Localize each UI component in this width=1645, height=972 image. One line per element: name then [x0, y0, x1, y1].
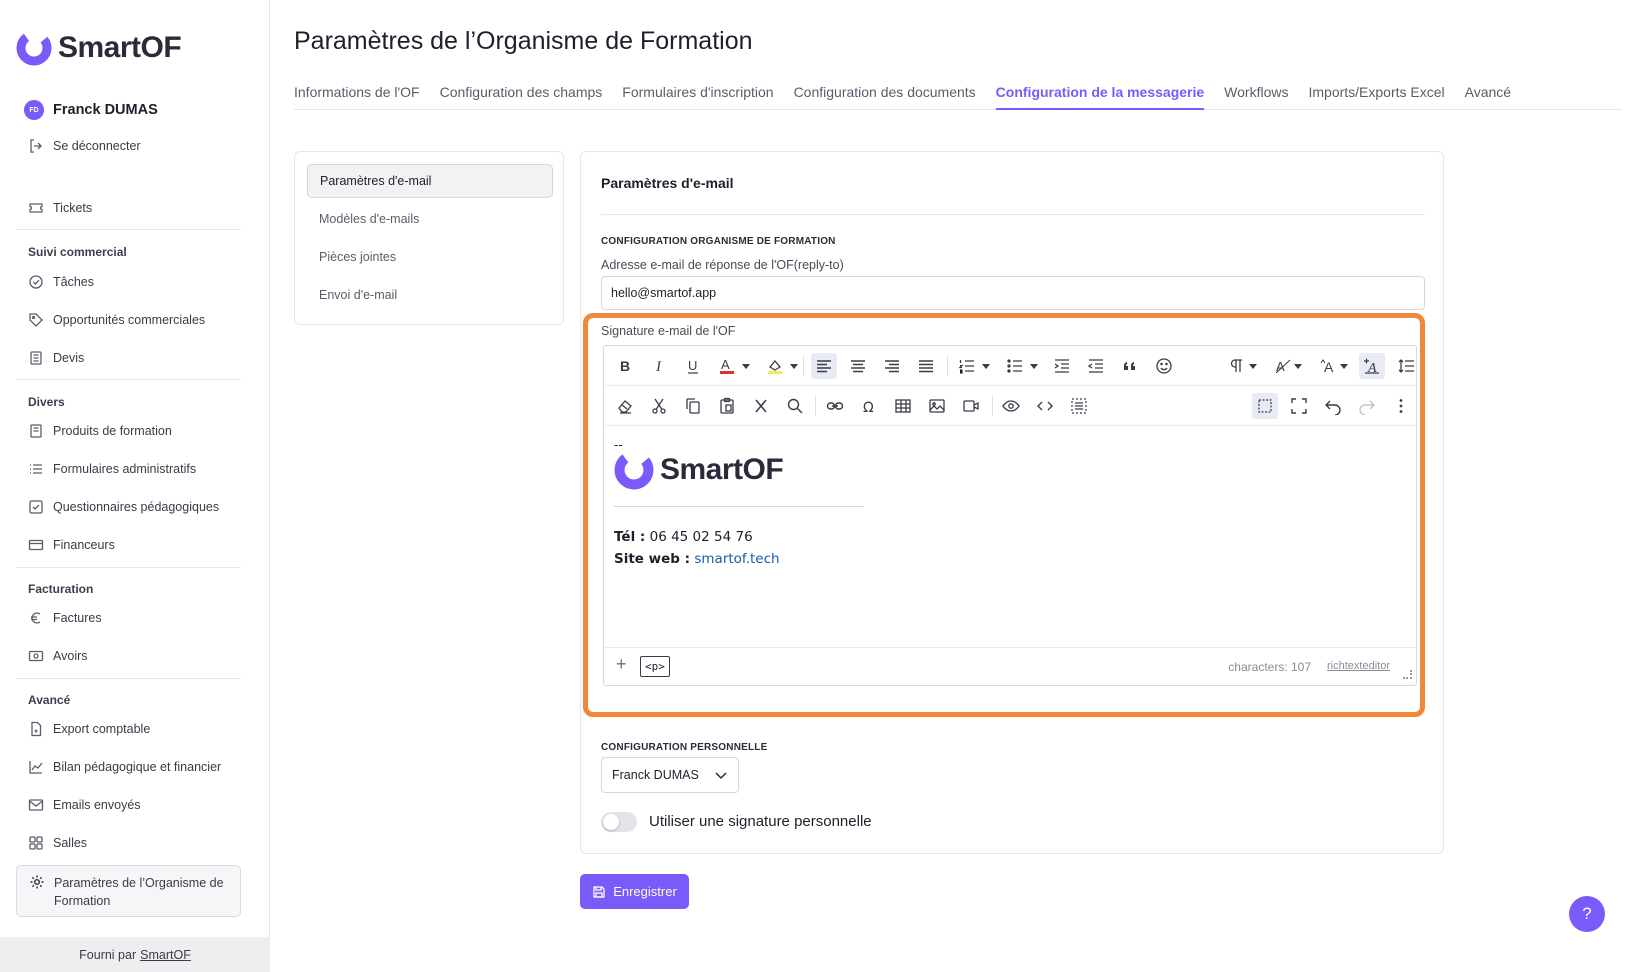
smartof-logo[interactable]: SmartOF: [16, 30, 182, 66]
tab-messagerie[interactable]: Configuration de la messagerie: [995, 84, 1205, 110]
save-label: Enregistrer: [613, 884, 677, 899]
personal-user-value: Franck DUMAS: [612, 768, 699, 782]
avatar: FD: [24, 100, 44, 120]
user-name: Franck DUMAS: [53, 102, 158, 118]
sidebar-item-taches[interactable]: Tâches: [28, 272, 94, 292]
footer-link[interactable]: SmartOF: [140, 948, 191, 962]
sidebar: SmartOF FD Franck DUMAS Se déconnecter T…: [0, 0, 270, 972]
section-suivi-commercial: Suivi commercial: [28, 245, 127, 259]
subnav-parametres-email[interactable]: Paramètres d'e-mail: [307, 164, 553, 198]
reply-to-value: hello@smartof.app: [611, 286, 717, 300]
logout-icon: [30, 139, 42, 153]
subnav-envoi-email[interactable]: Envoi d'e-mail: [307, 278, 553, 312]
list-icon: [30, 464, 42, 474]
tab-formulaires[interactable]: Formulaires d'inscription: [622, 84, 773, 110]
document-icon: [30, 351, 42, 365]
sidebar-item-formulaires[interactable]: Formulaires administratifs: [28, 459, 196, 479]
smartof-logo-icon: [16, 30, 52, 66]
tab-documents[interactable]: Configuration des documents: [794, 84, 976, 110]
divider: [16, 567, 241, 568]
personal-signature-label: Utiliser une signature personnelle: [649, 813, 872, 830]
logout-link[interactable]: Se déconnecter: [28, 136, 141, 156]
divider: [16, 229, 241, 230]
tab-champs[interactable]: Configuration des champs: [440, 84, 603, 110]
check-circle-icon: [29, 275, 43, 289]
save-button[interactable]: Enregistrer: [580, 874, 689, 909]
sidebar-item-emails[interactable]: Emails envoyés: [28, 795, 141, 815]
sidebar-item-parametres[interactable]: Paramètres de l’Organisme de Formation: [16, 865, 241, 917]
page-title: Paramètres de l’Organisme de Formation: [294, 27, 753, 55]
section-avance: Avancé: [28, 693, 71, 707]
help-button[interactable]: ?: [1569, 896, 1605, 932]
personal-user-select[interactable]: Franck DUMAS: [601, 757, 739, 793]
chevron-down-icon: [715, 772, 727, 780]
tab-avance[interactable]: Avancé: [1465, 84, 1511, 110]
sidebar-item-avoirs[interactable]: Avoirs: [28, 646, 88, 666]
sidebar-item-parametres-content: Paramètres de l’Organisme de Formation: [29, 874, 229, 910]
sidebar-item-opportunites[interactable]: Opportunités commerciales: [28, 310, 205, 330]
tab-imports-exports[interactable]: Imports/Exports Excel: [1308, 84, 1444, 110]
sidebar-item-financeurs[interactable]: Financeurs: [28, 535, 115, 555]
gear-icon: [30, 875, 44, 889]
grid-icon: [29, 836, 43, 850]
subnav-modeles-emails[interactable]: Modèles d'e-mails: [307, 202, 553, 236]
reply-to-input[interactable]: hello@smartof.app: [601, 276, 1425, 310]
mail-icon: [28, 799, 44, 811]
tab-informations[interactable]: Informations de l'OF: [294, 84, 420, 110]
sidebar-item-questionnaires[interactable]: Questionnaires pédagogiques: [28, 497, 219, 517]
card-title: Paramètres d'e-mail: [601, 175, 734, 191]
checkbox-icon: [29, 500, 43, 514]
file-export-icon: [31, 721, 42, 737]
personal-config-section-title: CONFIGURATION PERSONNELLE: [601, 742, 768, 753]
save-icon: [593, 885, 605, 898]
section-facturation: Facturation: [28, 582, 94, 596]
reply-to-label: Adresse e-mail de réponse de l'OF(reply-…: [601, 258, 844, 272]
sidebar-footer: Fourni par SmartOF: [0, 937, 270, 972]
sidebar-item-export[interactable]: Export comptable: [28, 719, 150, 739]
org-config-section-title: CONFIGURATION ORGANISME DE FORMATION: [601, 236, 836, 247]
money-icon: [28, 650, 44, 662]
divider: [16, 678, 241, 679]
tag-icon: [29, 313, 43, 327]
user-profile[interactable]: FD Franck DUMAS: [24, 100, 158, 120]
footer-prefix: Fourni par: [79, 947, 137, 962]
card-divider: [601, 214, 1425, 215]
chart-line-icon: [29, 761, 43, 774]
ticket-icon: [29, 203, 43, 213]
personal-signature-toggle[interactable]: [601, 812, 637, 832]
euro-icon: [31, 612, 41, 624]
book-icon: [30, 424, 42, 438]
credit-card-icon: [28, 539, 44, 551]
sidebar-item-devis[interactable]: Devis: [28, 348, 84, 368]
settings-tabs: Informations de l'OF Configuration des c…: [294, 84, 1622, 110]
sidebar-item-produits[interactable]: Produits de formation: [28, 421, 172, 441]
divider: [16, 379, 241, 380]
subnav-pieces-jointes[interactable]: Pièces jointes: [307, 240, 553, 274]
sidebar-item-bilan[interactable]: Bilan pédagogique et financier: [28, 757, 221, 777]
signature-highlight-frame: [583, 313, 1425, 717]
sidebar-item-factures[interactable]: Factures: [28, 608, 102, 628]
tab-workflows[interactable]: Workflows: [1224, 84, 1288, 110]
section-divers: Divers: [28, 395, 65, 409]
sidebar-item-salles[interactable]: Salles: [28, 833, 87, 853]
logo-text: SmartOF: [58, 31, 182, 64]
sidebar-item-tickets[interactable]: Tickets: [28, 198, 92, 218]
messagerie-subnav: Paramètres d'e-mail Modèles d'e-mails Pi…: [294, 151, 564, 325]
